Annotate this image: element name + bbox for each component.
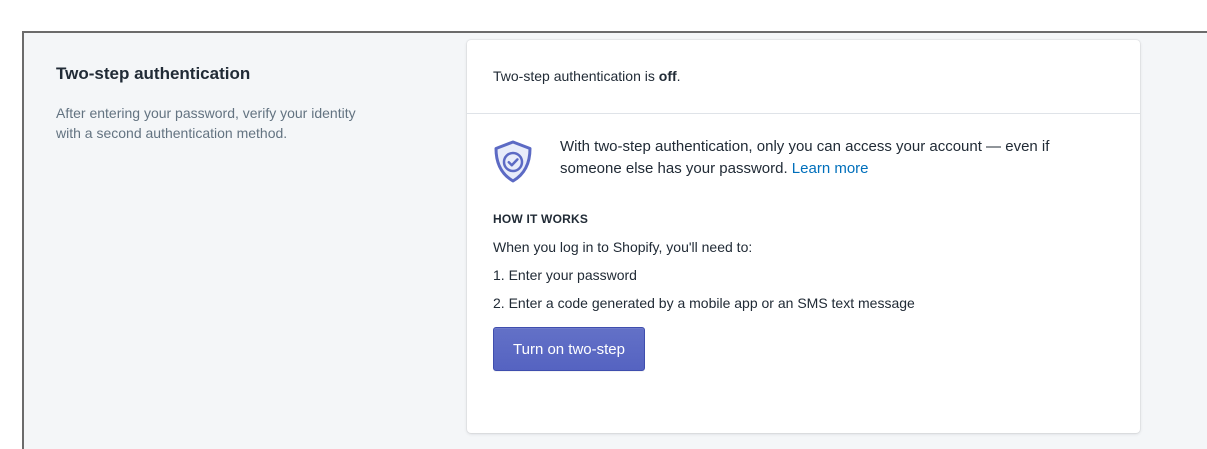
two-step-card: Two-step authentication is off. With two… (467, 40, 1140, 433)
learn-more-link[interactable]: Learn more (792, 160, 869, 177)
how-it-works-title: HOW IT WORKS (493, 212, 589, 226)
card-body: With two-step authentication, only you c… (467, 136, 1140, 371)
settings-section: Two-step authentication After entering y… (22, 31, 1207, 449)
intro-row: With two-step authentication, only you c… (493, 136, 1114, 185)
section-info: Two-step authentication After entering y… (56, 63, 376, 143)
how-it-works-intro: When you log in to Shopify, you'll need … (493, 239, 753, 255)
shield-check-icon (494, 140, 532, 183)
card-header: Two-step authentication is off. (467, 40, 1140, 114)
section-title: Two-step authentication (56, 64, 251, 83)
status-value: off (658, 68, 677, 84)
step-item: 2. Enter a code generated by a mobile ap… (493, 295, 915, 311)
step-item: 1. Enter your password (493, 267, 637, 283)
section-description: After entering your password, verify you… (56, 105, 356, 141)
status-suffix: . (676, 68, 681, 84)
intro-text: With two-step authentication, only you c… (560, 136, 1114, 180)
status-prefix: Two-step authentication is (493, 68, 659, 84)
turn-on-two-step-button[interactable]: Turn on two-step (493, 327, 645, 371)
